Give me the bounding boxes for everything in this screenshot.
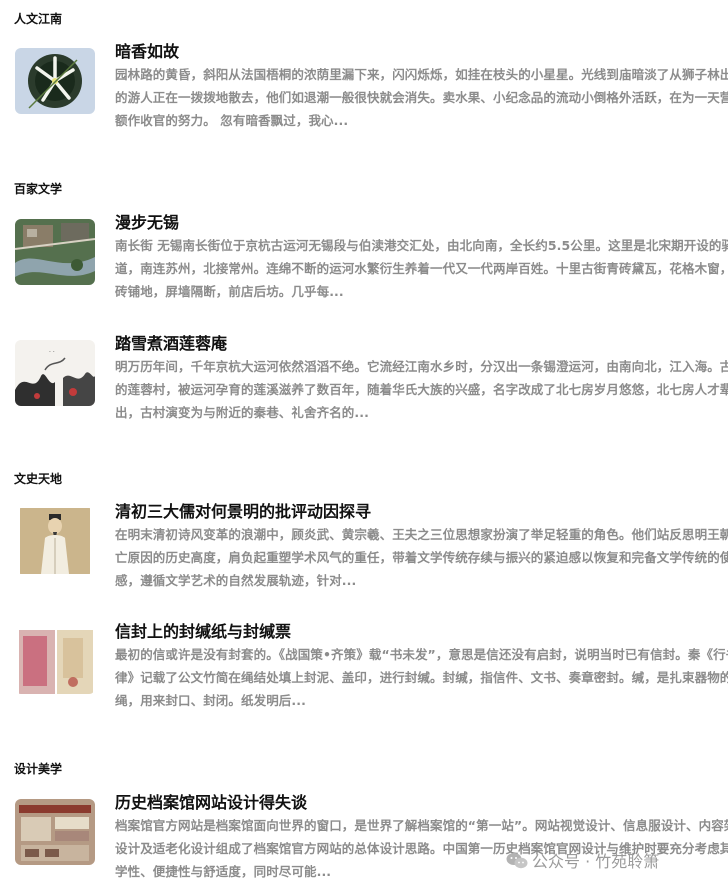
article-excerpt: 明万历年间，千年京杭大运河依然滔滔不绝。它流经江南水乡时，分汉出一条锡澄运河，由… [115, 359, 728, 420]
aerial-canal-image [15, 219, 95, 285]
section-title-wenshi-tiandi: 文史天地 [14, 472, 63, 486]
section-title-baijia-wenxue: 百家文学 [14, 182, 63, 196]
archive-website-image [15, 799, 95, 865]
article-excerpt: 在明末清初诗风变革的浪潮中，顾炎武、黄宗羲、王夫之三位思想家扮演了举足轻重的角色… [115, 527, 728, 588]
section-title-renwen-jiangnan: 人文江南 [14, 12, 63, 26]
article-excerpt: 园林路的黄昏，斜阳从法国梧桐的浓荫里漏下来，闪闪烁烁，如挂在枝头的小星星。光线到… [115, 67, 728, 128]
article-title[interactable]: 踏雪煮酒莲蓉庵 [115, 330, 227, 354]
watermark-text: 公众号 · 竹苑聆箫 [532, 852, 660, 871]
watermark: 公众号 · 竹苑聆箫 [506, 848, 659, 872]
article-card[interactable]: 信封上的封缄纸与封缄票 最初的信或许是没有封套的。《战国策•齐策》载“书未发”，… [0, 622, 728, 708]
article-excerpt: 南长街 无锡南长街位于京杭古运河无锡段与伯渎港交汇处，由北向南，全长约5.5公里… [115, 238, 728, 299]
section-title-sheji-meixue: 设计美学 [14, 762, 63, 776]
article-card[interactable]: · · 踏雪煮酒莲蓉庵 明万历年间，千年京杭大运河依然滔滔不绝。它流经江南水乡时… [0, 334, 728, 420]
svg-text:· ·: · · [49, 349, 55, 356]
article-title[interactable]: 清初三大儒对何景明的批评动因探寻 [115, 498, 371, 522]
envelope-seal-image [15, 628, 95, 694]
article-title[interactable]: 信封上的封缄纸与封缄票 [115, 618, 291, 642]
wechat-icon [506, 853, 528, 869]
article-excerpt: 最初的信或许是没有封套的。《战国策•齐策》载“书未发”，意思是信还没有启封，说明… [115, 647, 728, 708]
article-card[interactable]: 漫步无锡 南长街 无锡南长街位于京杭古运河无锡段与伯渎港交汇处，由北向南，全长约… [0, 213, 728, 299]
article-card[interactable]: 暗香如故 园林路的黄昏，斜阳从法国梧桐的浓荫里漏下来，闪闪烁烁，如挂在枝头的小星… [0, 42, 728, 128]
article-card[interactable]: 清初三大儒对何景明的批评动因探寻 在明末清初诗风变革的浪潮中，顾炎武、黄宗羲、王… [0, 502, 728, 588]
ink-painting-image: · · [15, 340, 95, 406]
article-title[interactable]: 暗香如故 [115, 38, 179, 62]
article-title[interactable]: 历史档案馆网站设计得失谈 [115, 789, 307, 813]
orchid-flower-image [15, 48, 95, 114]
article-title[interactable]: 漫步无锡 [115, 209, 179, 233]
scholar-portrait-image [15, 508, 95, 574]
